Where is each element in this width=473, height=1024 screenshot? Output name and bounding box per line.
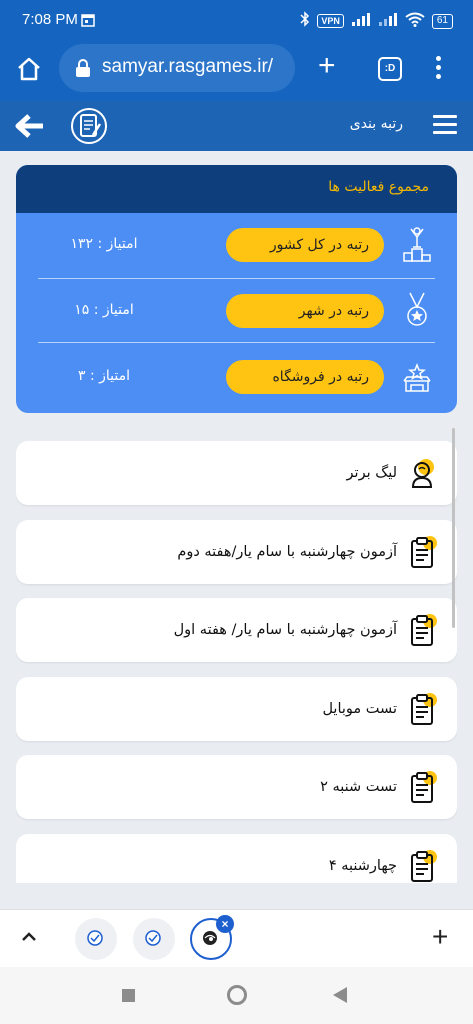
- score-shop: امتیاز : ۳: [77, 368, 130, 384]
- chevron-up-icon[interactable]: [20, 928, 38, 950]
- list-item-label: چهارشنبه ۴: [328, 858, 397, 874]
- back-arrow-icon[interactable]: [13, 113, 45, 143]
- tab-switcher-button[interactable]: :D: [378, 57, 402, 81]
- rank-row-country: رتبه در کل کشور امتیاز : ۱۳۲: [16, 213, 457, 275]
- url-text[interactable]: samyar.rasgames.ir/: [102, 56, 273, 78]
- rank-row-shop: رتبه در فروشگاه امتیاز : ۳: [16, 345, 457, 407]
- rank-pill-shop[interactable]: رتبه در فروشگاه: [226, 360, 384, 394]
- browser-toolbar: samyar.rasgames.ir/ + :D: [0, 38, 473, 101]
- list-item[interactable]: چهارشنبه ۴: [16, 834, 457, 883]
- clipboard-icon: [407, 534, 441, 570]
- battery-indicator: 61: [431, 13, 453, 29]
- list-item-label: تست شنبه ۲: [320, 779, 397, 795]
- activity-summary-card: مجموع فعالیت ها رتبه در کل کشور امتیاز :…: [16, 165, 457, 413]
- lock-icon: [73, 58, 93, 78]
- signal-icon: [351, 12, 371, 30]
- list-item-label: تست موبایل: [322, 701, 397, 717]
- home-nav-icon[interactable]: [227, 985, 247, 1005]
- browser-menu-icon[interactable]: [436, 56, 442, 83]
- list-item-label: آزمون چهارشنبه با سام یار/ هفته اول: [173, 622, 397, 638]
- status-bar: 7:08 PM VPN 61: [0, 0, 473, 38]
- app-header: رتبه بندی: [0, 101, 473, 151]
- clipboard-icon: [407, 691, 441, 727]
- summary-title: مجموع فعالیت ها: [328, 179, 429, 195]
- shop-star-icon: [401, 357, 433, 395]
- new-tab-button[interactable]: +: [318, 49, 336, 83]
- report-logo-icon: [71, 106, 107, 146]
- clipboard-icon: [407, 612, 441, 648]
- signal-icon-2: [378, 12, 398, 30]
- score-city: امتیاز : ۱۵: [74, 302, 134, 318]
- status-time: 7:08 PM: [22, 11, 78, 28]
- home-icon[interactable]: [15, 55, 43, 83]
- rank-row-city: رتبه در شهر امتیاز : ۱۵: [16, 279, 457, 341]
- back-nav-icon[interactable]: [333, 987, 347, 1003]
- bluetooth-icon: [300, 11, 310, 31]
- page-title: رتبه بندی: [349, 116, 403, 132]
- list-item[interactable]: آزمون چهارشنبه با سام یار/هفته دوم: [16, 520, 457, 584]
- list-item[interactable]: لیگ برتر: [16, 441, 457, 505]
- wifi-icon: [405, 12, 425, 31]
- clipboard-icon: [407, 769, 441, 805]
- tab-thumbnail[interactable]: [75, 918, 117, 960]
- hamburger-menu-icon[interactable]: [433, 115, 457, 139]
- add-tab-button[interactable]: +: [432, 921, 448, 953]
- list-item-label: لیگ برتر: [346, 465, 397, 481]
- score-country: امتیاز : ۱۳۲: [70, 236, 138, 252]
- list-item[interactable]: آزمون چهارشنبه با سام یار/ هفته اول: [16, 598, 457, 662]
- medal-icon: [401, 291, 433, 329]
- system-nav-bar: [0, 967, 473, 1024]
- url-bar[interactable]: samyar.rasgames.ir/: [59, 44, 295, 92]
- list-scrollbar[interactable]: [452, 428, 455, 628]
- vpn-badge: VPN: [317, 14, 344, 28]
- summary-divider: [38, 342, 435, 343]
- podium-icon: [401, 225, 433, 263]
- calendar-icon: [81, 12, 95, 31]
- rank-pill-city[interactable]: رتبه در شهر: [226, 294, 384, 328]
- rank-pill-country[interactable]: رتبه در کل کشور: [226, 228, 384, 262]
- summary-header: مجموع فعالیت ها: [16, 165, 457, 213]
- recents-icon[interactable]: [122, 989, 135, 1002]
- tab-strip: × +: [0, 909, 473, 967]
- list-item[interactable]: تست موبایل: [16, 677, 457, 741]
- close-tab-icon[interactable]: ×: [216, 915, 234, 933]
- clipboard-icon: [407, 848, 441, 883]
- tab-thumbnail[interactable]: [133, 918, 175, 960]
- list-item-label: آزمون چهارشنبه با سام یار/هفته دوم: [177, 544, 397, 560]
- list-item[interactable]: تست شنبه ۲: [16, 755, 457, 819]
- competition-list: لیگ برتر آزمون چهارشنبه با سام یار/هفته …: [16, 441, 457, 883]
- league-icon: [407, 455, 441, 491]
